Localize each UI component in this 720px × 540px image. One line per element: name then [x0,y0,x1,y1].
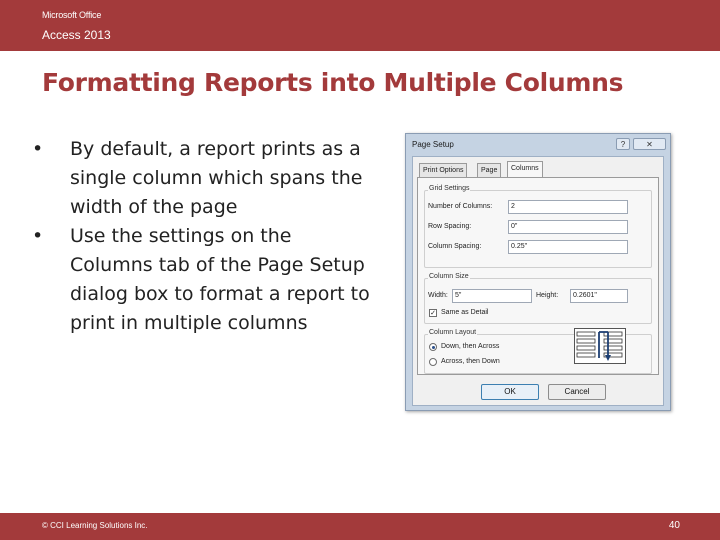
copyright-text: © CCI Learning Solutions Inc. [42,521,148,530]
bullet-list: • By default, a report prints as a singl… [32,135,372,338]
down-then-across-layout-icon [574,328,626,364]
height-label: Height: [536,292,559,299]
header-band [0,0,720,51]
number-of-columns-input[interactable]: 2 [508,200,628,214]
across-then-down-label: Across, then Down [441,358,500,365]
column-spacing-label: Column Spacing: [428,243,482,250]
across-then-down-radio[interactable] [429,358,437,366]
cancel-button[interactable]: Cancel [548,384,606,400]
dialog-title: Page Setup [412,140,454,149]
tab-print-options[interactable]: Print Options [419,163,468,177]
column-size-label: Column Size [428,273,470,280]
page-number: 40 [668,520,680,531]
down-then-across-label: Down, then Across [441,343,500,350]
bullet-item: • Use the settings on the Columns tab of… [32,222,372,338]
row-spacing-label: Row Spacing: [428,223,472,230]
bullet-item: • By default, a report prints as a singl… [32,135,372,222]
brand-name: Microsoft Office [42,10,102,20]
down-then-across-radio[interactable] [429,343,437,351]
bullet-symbol: • [32,225,44,247]
same-as-detail-label: Same as Detail [441,309,489,316]
bullet-text: Use the settings on the Columns tab of t… [70,225,370,334]
ok-button[interactable]: OK [481,384,539,400]
width-input[interactable]: 5" [452,289,532,303]
same-as-detail-checkbox[interactable]: ✓ [429,309,437,317]
number-of-columns-label: Number of Columns: [428,203,493,210]
column-spacing-input[interactable]: 0.25" [508,240,628,254]
dialog-body: Print Options Page Columns Grid Settings… [412,156,664,406]
help-button[interactable]: ? [616,138,630,150]
tab-columns[interactable]: Columns [507,161,543,177]
row-spacing-input[interactable]: 0" [508,220,628,234]
close-button[interactable]: ✕ [633,138,666,150]
height-input[interactable]: 0.2601" [570,289,628,303]
dialog-titlebar: Page Setup ? ✕ [406,134,670,156]
grid-settings-label: Grid Settings [428,185,471,192]
slide-title: Formatting Reports into Multiple Columns [42,68,624,97]
product-name: Access 2013 [42,28,111,42]
width-label: Width: [428,292,448,299]
bullet-symbol: • [32,138,44,160]
tab-page[interactable]: Page [477,163,502,177]
page-setup-dialog: Page Setup ? ✕ Print Options Page Column… [405,133,671,411]
column-layout-label: Column Layout [428,329,478,336]
bullet-text: By default, a report prints as a single … [70,138,363,218]
